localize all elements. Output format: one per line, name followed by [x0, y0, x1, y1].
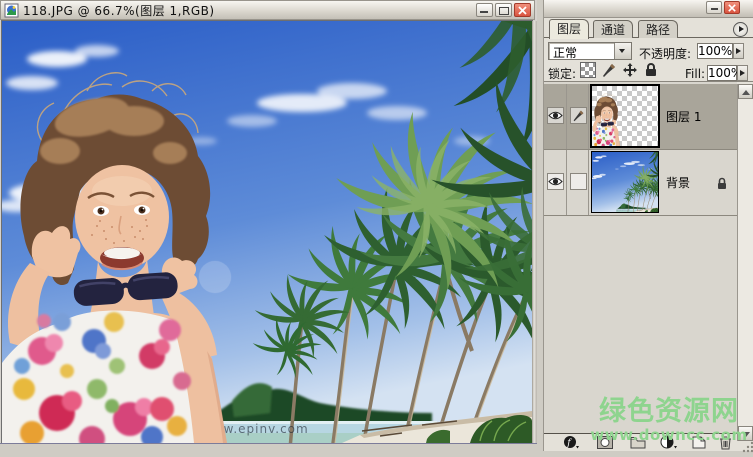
delete-layer-button[interactable]: [717, 435, 734, 450]
panel-minimize-button[interactable]: [706, 1, 722, 14]
document-window: 118.JPG @ 66.7%(图层 1,RGB): [0, 0, 537, 451]
blend-mode-dropdown-button[interactable]: [614, 43, 631, 59]
link-cell[interactable]: [567, 84, 589, 149]
window-right-edge: [532, 21, 537, 443]
lock-all-icon[interactable]: [643, 62, 659, 78]
close-button[interactable]: [514, 3, 531, 17]
padlock-icon: [716, 175, 728, 194]
layer-style-button[interactable]: f: [562, 435, 579, 450]
opacity-field[interactable]: 100%: [697, 43, 733, 59]
tab-paths[interactable]: 路径: [638, 20, 678, 38]
visibility-toggle[interactable]: [547, 107, 564, 124]
panel-menu-button[interactable]: [733, 22, 748, 37]
layer-name[interactable]: 图层 1: [666, 108, 701, 125]
delete-layer-icon: [719, 436, 732, 450]
close-icon: [727, 3, 737, 13]
document-icon: [4, 3, 19, 18]
chevron-right-icon: [736, 48, 741, 54]
visibility-cell[interactable]: [544, 84, 567, 149]
lock-paint-icon[interactable]: [601, 62, 617, 78]
arrow-down-icon: [742, 432, 750, 437]
document-title: 118.JPG @ 66.7%(图层 1,RGB): [23, 2, 215, 19]
chevron-right-icon: [740, 70, 745, 76]
resize-grip-icon: [740, 441, 753, 453]
adjustment-layer-button[interactable]: [660, 435, 677, 450]
beach-photo: www.epinv.com: [2, 21, 532, 443]
empty-link-box: [570, 173, 587, 190]
layer-style-icon: f: [563, 435, 579, 450]
visibility-eye-icon: [548, 110, 563, 121]
arrow-up-icon: [742, 90, 750, 95]
scroll-up-button[interactable]: [738, 84, 753, 99]
panel-close-button[interactable]: [724, 1, 740, 14]
maximize-button[interactable]: [495, 3, 512, 17]
layers-bottom-bar: f: [544, 433, 737, 451]
tab-channels[interactable]: 通道: [593, 20, 633, 38]
close-icon: [517, 5, 528, 16]
panel-tabs: 图层 通道 路径: [544, 19, 753, 38]
visibility-eye-icon: [548, 176, 563, 187]
lock-label: 锁定:: [548, 65, 576, 82]
chevron-down-icon: [619, 49, 625, 53]
fill-field[interactable]: 100%: [707, 65, 737, 81]
panel-menu-arrow-icon: [739, 26, 744, 32]
opacity-label: 不透明度:: [639, 45, 691, 62]
add-layer-mask-button[interactable]: [596, 435, 613, 450]
visibility-cell[interactable]: [544, 150, 567, 215]
layers-scrollbar[interactable]: [737, 84, 753, 441]
adjustment-layer-icon: [660, 435, 677, 450]
background-thumbnail[interactable]: [592, 152, 658, 212]
panel-titlebar[interactable]: [544, 0, 753, 18]
new-group-icon: [630, 436, 646, 449]
layer-row-layer1[interactable]: 图层 1: [544, 84, 737, 150]
new-layer-button[interactable]: [690, 435, 707, 450]
opacity-slider-button[interactable]: [733, 43, 744, 59]
link-cell[interactable]: [567, 150, 589, 215]
fill-label: Fill:: [685, 67, 705, 81]
panel-controls: 正常 不透明度: 100% 锁定: Fill: 100%: [544, 38, 753, 82]
minimize-button[interactable]: [476, 3, 493, 17]
image-canvas[interactable]: www.epinv.com: [2, 21, 532, 443]
editing-brush-icon: [570, 107, 587, 124]
new-group-button[interactable]: [629, 435, 646, 450]
fill-slider-button[interactable]: [737, 65, 748, 81]
tab-layers[interactable]: 图层: [549, 19, 589, 39]
layer1-thumbnail[interactable]: [592, 86, 658, 146]
document-titlebar[interactable]: 118.JPG @ 66.7%(图层 1,RGB): [0, 0, 535, 20]
visibility-toggle[interactable]: [547, 173, 564, 190]
new-layer-icon: [692, 436, 706, 449]
blend-mode-select[interactable]: 正常: [548, 42, 632, 60]
lock-transparency-icon[interactable]: [580, 62, 596, 78]
resize-grip[interactable]: [740, 438, 753, 450]
layer-row-background[interactable]: 背景: [544, 150, 737, 216]
layer-list: 图层 1 背景: [544, 82, 737, 433]
layers-panel: 图层 通道 路径 正常 不透明度: 100% 锁定: Fill: 100%: [543, 0, 753, 451]
layer-name[interactable]: 背景: [666, 174, 690, 191]
layer-mask-icon: [597, 436, 613, 449]
lock-position-icon[interactable]: [622, 62, 638, 78]
